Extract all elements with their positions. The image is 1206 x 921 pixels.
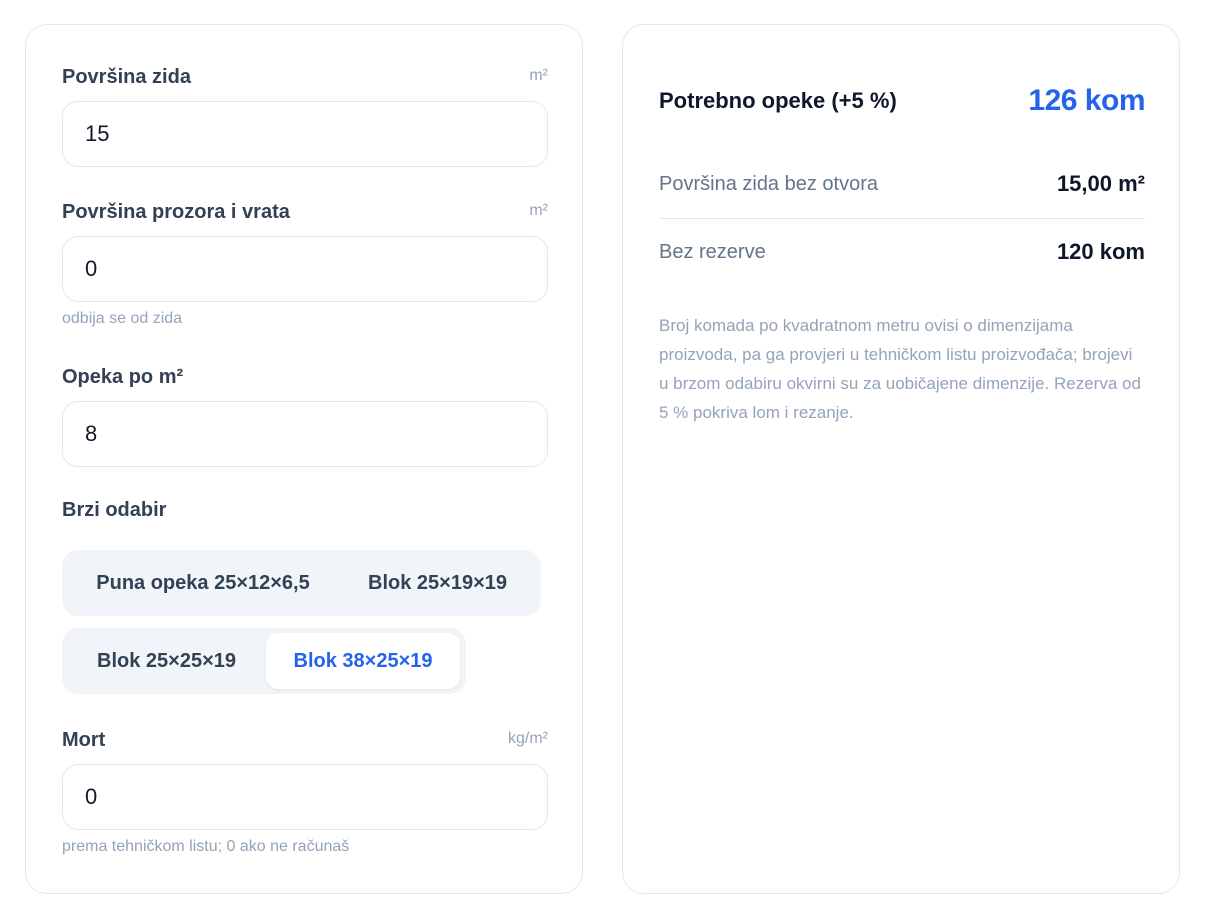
wall-area-label: Površina zida (62, 66, 191, 88)
openings-area-label: Površina prozora i vrata (62, 201, 290, 223)
quick-pick-option[interactable]: Puna opeka 25×12×6,5 (67, 555, 339, 611)
result-row: Bez rezerve 120 kom (659, 232, 1145, 272)
result-title: Potrebno opeke (+5 %) (659, 88, 897, 113)
mortar-input[interactable] (62, 764, 548, 830)
mortar-hint: prema tehničkom listu; 0 ako ne računaš (62, 838, 350, 855)
wall-area-field: Površina zida m² (62, 63, 548, 167)
bricks-per-m2-field: Opeka po m² (62, 363, 548, 467)
mortar-label-row: Mort kg/m² (62, 726, 548, 752)
openings-area-input[interactable] (62, 236, 548, 302)
input-card: Površina zida m² Površina prozora i vrat… (25, 24, 583, 894)
result-divider (659, 218, 1145, 219)
quick-pick-group-1: Puna opeka 25×12×6,5 Blok 25×19×19 (62, 550, 541, 616)
result-row-value: 120 kom (1056, 239, 1145, 264)
result-card: Potrebno opeke (+5 %) 126 kom Površina z… (622, 24, 1180, 894)
bricks-per-m2-label-row: Opeka po m² (62, 363, 548, 389)
result-row-value: 15,00 m² (1056, 171, 1145, 196)
openings-area-unit: m² (529, 202, 548, 219)
quick-pick-option[interactable]: Blok 25×25×19 (67, 633, 266, 689)
mortar-field: Mort kg/m² prema tehničkom listu; 0 ako … (62, 726, 548, 856)
openings-area-label-row: Površina prozora i vrata m² (62, 198, 548, 224)
wall-area-label-row: Površina zida m² (62, 63, 548, 89)
quick-pick-group-2: Blok 25×25×19 Blok 38×25×19 (62, 628, 466, 694)
quick-pick-option-selected[interactable]: Blok 38×25×19 (266, 633, 460, 689)
bricks-per-m2-label: Opeka po m² (62, 366, 184, 388)
result-row-label: Bez rezerve (659, 240, 766, 263)
openings-area-field: Površina prozora i vrata m² odbija se od… (62, 198, 548, 328)
mortar-label: Mort (62, 729, 106, 751)
wall-area-unit: m² (529, 67, 548, 84)
quick-pick-title: Brzi odabir (62, 499, 167, 521)
result-row-label: Površina zida bez otvora (659, 172, 879, 195)
openings-area-hint: odbija se od zida (62, 310, 183, 327)
result-note: Broj komada po kvadratnom metru ovisi o … (659, 316, 1141, 422)
mortar-unit: kg/m² (508, 730, 548, 747)
page: Površina zida m² Površina prozora i vrat… (0, 0, 1206, 921)
result-header: Potrebno opeke (+5 %) 126 kom (659, 79, 1145, 123)
result-row: Površina zida bez otvora 15,00 m² (659, 164, 1145, 204)
wall-area-input[interactable] (62, 101, 548, 167)
bricks-per-m2-input[interactable] (62, 401, 548, 467)
quick-pick-option[interactable]: Blok 25×19×19 (339, 555, 536, 611)
result-total: 126 kom (1028, 84, 1145, 117)
